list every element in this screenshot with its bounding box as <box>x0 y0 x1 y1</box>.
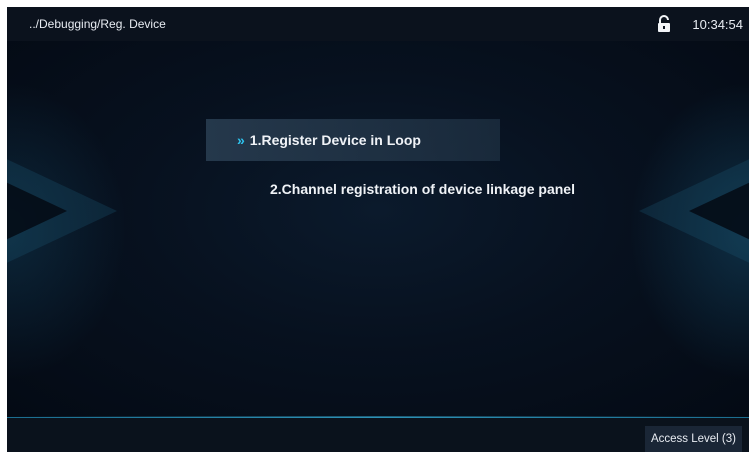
top-bar: ../Debugging/Reg. Device 10:34:54 <box>7 7 749 41</box>
access-level-button[interactable]: Access Level (3) <box>644 426 742 452</box>
breadcrumb[interactable]: ../Debugging/Reg. Device <box>29 17 166 31</box>
status-area: 10:34:54 <box>656 15 743 33</box>
main-panel: » 1.Register Device in Loop 2.Channel re… <box>7 41 749 417</box>
clock: 10:34:54 <box>692 16 743 32</box>
bottom-bar: Access Level (3) <box>7 416 749 452</box>
double-chevron-right-icon: » <box>237 132 245 148</box>
menu-item-label: 2.Channel registration of device linkage… <box>270 181 575 197</box>
decor-chevron-right-inner <box>689 131 749 291</box>
decor-chevron-left-inner <box>7 131 67 291</box>
screen: ../Debugging/Reg. Device 10:34:54 » 1.Re… <box>7 7 749 452</box>
menu-item-channel-registration[interactable]: 2.Channel registration of device linkage… <box>270 172 575 206</box>
menu-item-register-device-in-loop[interactable]: » 1.Register Device in Loop <box>206 119 500 161</box>
menu-item-label: 1.Register Device in Loop <box>249 132 421 148</box>
unlocked-padlock-icon[interactable] <box>656 15 672 33</box>
